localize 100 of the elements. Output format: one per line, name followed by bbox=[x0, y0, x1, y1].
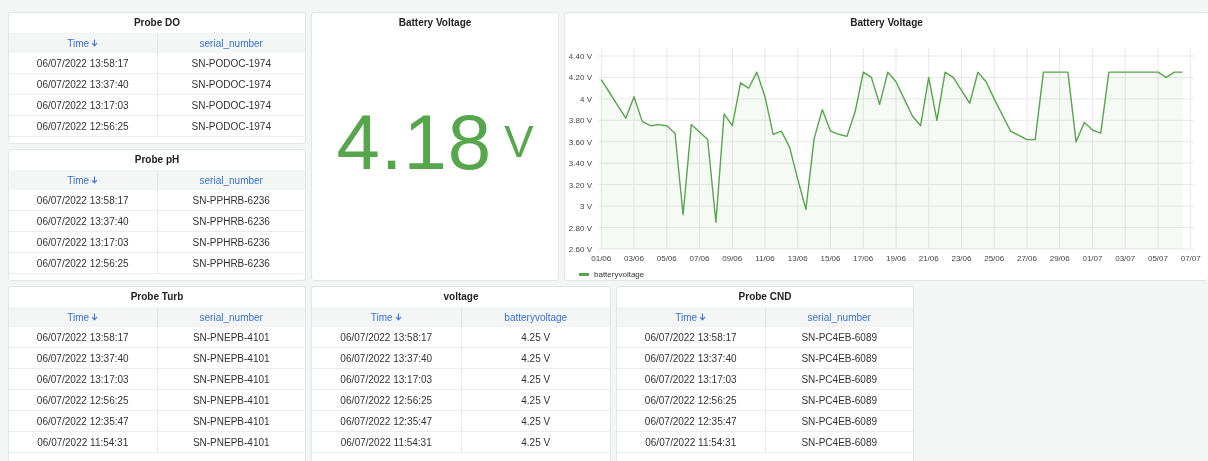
table-cell: SN-PC4EB-6089 bbox=[801, 394, 878, 406]
x-axis-label: 19/06 bbox=[886, 254, 906, 263]
x-axis-label: 07/07 bbox=[1180, 254, 1201, 263]
table-cell: 06/07/2022 13:58:17 bbox=[340, 331, 433, 343]
y-axis-label: 3.40 V bbox=[568, 159, 592, 169]
y-axis-label: 4 V bbox=[580, 94, 592, 104]
x-axis-label: 01/07 bbox=[1082, 254, 1103, 263]
x-axis-label: 07/06 bbox=[689, 254, 710, 263]
table-cell: 06/07/2022 13:37:40 bbox=[36, 352, 129, 364]
table-cell: 06/07/2022 13:17:03 bbox=[644, 373, 737, 385]
table-cell: 06/07/2022 13:58:17 bbox=[36, 57, 129, 69]
table-cell: SN-PPHRB-6236 bbox=[192, 215, 270, 227]
y-axis-label: 4.40 V bbox=[568, 52, 592, 61]
sort-descending-icon bbox=[394, 313, 402, 321]
table-cell: 06/07/2022 13:58:17 bbox=[36, 331, 129, 343]
y-axis-label: 2.80 V bbox=[568, 223, 592, 233]
sort-descending-icon bbox=[91, 39, 99, 47]
table-cell: 06/07/2022 11:54:31 bbox=[645, 436, 737, 448]
x-axis-label: 27/06 bbox=[1016, 254, 1037, 263]
table-cell: SN-PODOC-1974 bbox=[191, 120, 271, 132]
table-cell: 06/07/2022 12:35:47 bbox=[340, 415, 433, 427]
table-cell: 06/07/2022 12:56:25 bbox=[644, 394, 737, 406]
table-cell: SN-PODOC-1974 bbox=[191, 99, 271, 111]
table-cell: SN-PODOC-1974 bbox=[191, 57, 271, 69]
table-cell: SN-PC4EB-6089 bbox=[801, 436, 878, 448]
column-header[interactable]: Time bbox=[675, 311, 707, 323]
table-cell: 06/07/2022 12:35:47 bbox=[36, 415, 129, 427]
stat-unit: V bbox=[504, 119, 534, 164]
table-cell: 06/07/2022 12:56:25 bbox=[36, 257, 129, 269]
table-cell: SN-PODOC-1974 bbox=[191, 78, 271, 90]
table-cell: SN-PNEPB-4101 bbox=[192, 373, 270, 385]
x-axis-label: 01/06 bbox=[591, 254, 612, 263]
table-cell: SN-PC4EB-6089 bbox=[801, 415, 878, 427]
y-axis-label: 3.20 V bbox=[568, 180, 592, 190]
panel-title: Battery Voltage bbox=[398, 16, 472, 30]
table-cell: 4.25 V bbox=[521, 436, 551, 448]
table-cell: 06/07/2022 12:56:25 bbox=[36, 394, 129, 406]
x-axis-label: 17/06 bbox=[853, 254, 874, 263]
column-header[interactable]: Time bbox=[67, 311, 99, 323]
table-cell: SN-PNEPB-4101 bbox=[192, 394, 270, 406]
x-axis-label: 11/06 bbox=[755, 254, 775, 263]
table-cell: SN-PC4EB-6089 bbox=[801, 352, 878, 364]
panel-title: Probe pH bbox=[134, 153, 180, 167]
x-axis-label: 03/07 bbox=[1115, 254, 1136, 263]
y-axis-label: 4.20 V bbox=[568, 73, 592, 83]
table-cell: SN-PC4EB-6089 bbox=[801, 373, 878, 385]
table-cell: 4.25 V bbox=[521, 415, 551, 427]
x-axis-label: 09/06 bbox=[722, 254, 743, 263]
table-cell: SN-PNEPB-4101 bbox=[192, 331, 270, 343]
sort-descending-icon bbox=[91, 176, 99, 184]
legend-label[interactable]: batteryvoltage bbox=[594, 269, 645, 279]
table-cell: SN-PPHRB-6236 bbox=[192, 257, 270, 269]
table-cell: 06/07/2022 12:56:25 bbox=[36, 120, 129, 132]
table-cell: 06/07/2022 13:37:40 bbox=[340, 352, 433, 364]
table-cell: 06/07/2022 12:56:25 bbox=[340, 394, 433, 406]
table-cell: 06/07/2022 13:17:03 bbox=[340, 373, 433, 385]
column-header[interactable]: Time bbox=[67, 37, 99, 49]
sort-descending-icon bbox=[699, 313, 707, 321]
table-cell: SN-PNEPB-4101 bbox=[192, 415, 270, 427]
column-header[interactable]: Time bbox=[370, 311, 402, 323]
table-cell: 4.25 V bbox=[521, 373, 551, 385]
table-cell: 4.25 V bbox=[521, 352, 551, 364]
panel-title: Battery Voltage bbox=[850, 16, 923, 30]
x-axis-label: 29/06 bbox=[1049, 254, 1070, 263]
sort-descending-icon bbox=[91, 313, 99, 321]
y-axis-label: 3 V bbox=[580, 202, 592, 212]
table-cell: 06/07/2022 11:54:31 bbox=[340, 436, 432, 448]
panel-title: Probe CND bbox=[738, 290, 792, 304]
table-cell: 06/07/2022 13:37:40 bbox=[36, 78, 129, 90]
table-cell: 4.25 V bbox=[521, 331, 551, 343]
table-cell: 06/07/2022 13:37:40 bbox=[644, 352, 737, 364]
table-cell: 06/07/2022 13:17:03 bbox=[36, 99, 129, 111]
y-axis-label: 2.60 V bbox=[568, 245, 592, 254]
panel-title: voltage bbox=[443, 290, 479, 304]
y-axis-label: 3.80 V bbox=[568, 116, 592, 126]
table-cell: 06/07/2022 13:58:17 bbox=[36, 194, 129, 206]
legend-swatch-icon bbox=[579, 272, 589, 276]
table-cell: 06/07/2022 13:17:03 bbox=[36, 236, 129, 248]
panel-title: Probe Turb bbox=[130, 290, 184, 304]
y-axis-label: 3.60 V bbox=[568, 137, 592, 147]
table-cell: 06/07/2022 11:54:31 bbox=[37, 436, 129, 448]
x-axis-label: 25/06 bbox=[984, 254, 1005, 263]
table-cell: SN-PNEPB-4101 bbox=[192, 352, 270, 364]
table-cell: SN-PNEPB-4101 bbox=[192, 436, 270, 448]
table-cell: SN-PPHRB-6236 bbox=[192, 194, 270, 206]
panel-title: Probe DO bbox=[133, 16, 181, 30]
stat-value: 4.18 bbox=[336, 102, 493, 181]
table-cell: 4.25 V bbox=[521, 394, 551, 406]
table-cell: 06/07/2022 13:37:40 bbox=[36, 215, 129, 227]
table-cell: 06/07/2022 13:58:17 bbox=[644, 331, 737, 343]
table-cell: 06/07/2022 13:17:03 bbox=[36, 373, 129, 385]
x-axis-label: 15/06 bbox=[820, 254, 841, 263]
table-cell: SN-PC4EB-6089 bbox=[801, 331, 878, 343]
x-axis-label: 05/06 bbox=[656, 254, 677, 263]
x-axis-label: 05/07 bbox=[1147, 254, 1168, 263]
x-axis-label: 13/06 bbox=[787, 254, 808, 263]
x-axis-label: 03/06 bbox=[624, 254, 645, 263]
x-axis-label: 23/06 bbox=[951, 254, 972, 263]
x-axis-label: 21/06 bbox=[918, 254, 939, 263]
column-header[interactable]: Time bbox=[67, 174, 99, 186]
